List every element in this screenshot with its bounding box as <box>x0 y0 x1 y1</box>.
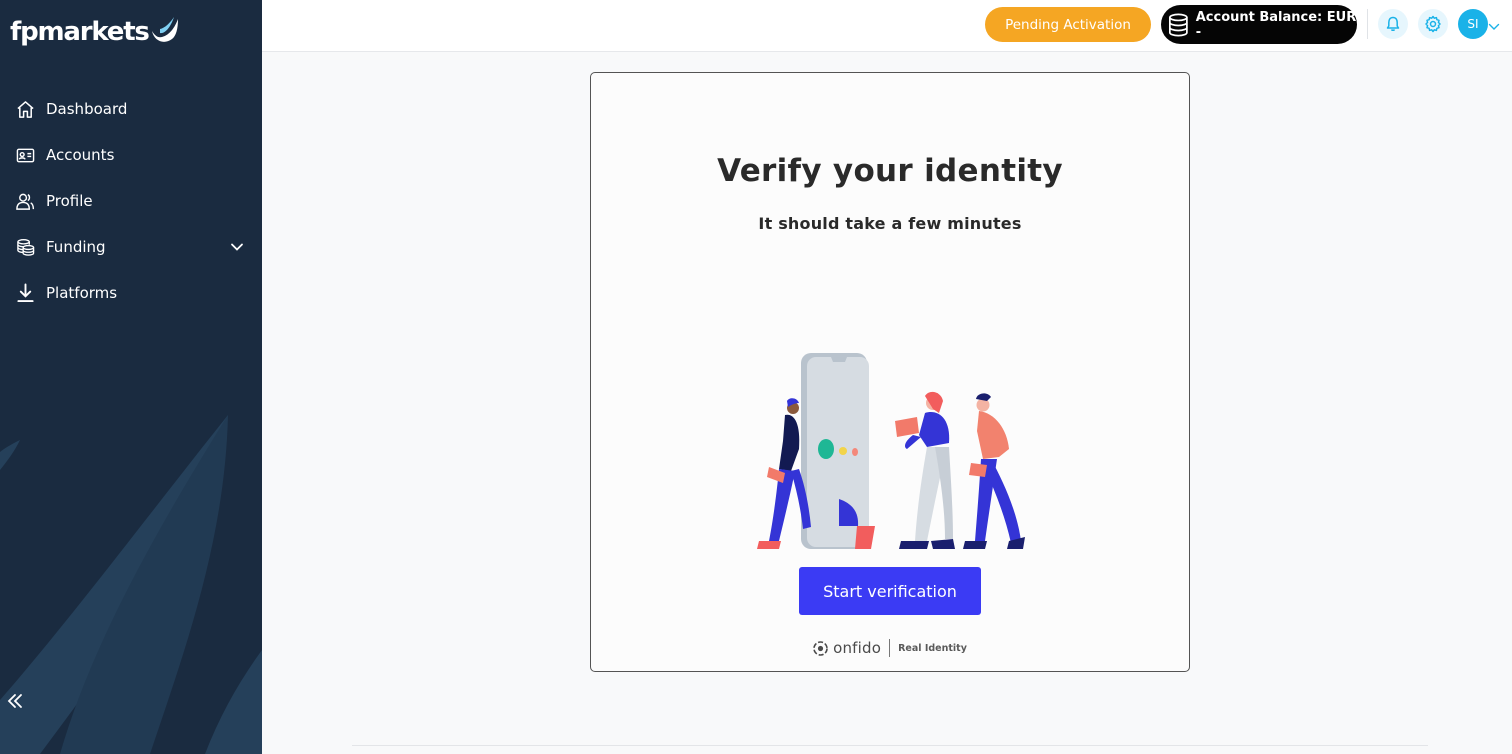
sidebar-item-dashboard[interactable]: Dashboard <box>0 86 262 132</box>
sidebar-item-label: Profile <box>46 192 93 210</box>
page-subtitle: It should take a few minutes <box>758 214 1022 233</box>
sidebar-item-profile[interactable]: Profile <box>0 178 262 224</box>
footer-divider <box>352 745 1428 746</box>
user-avatar[interactable]: SI <box>1458 9 1488 39</box>
identity-verification-card: Verify your identity It should take a fe… <box>590 72 1190 672</box>
database-coins-icon <box>1168 13 1188 36</box>
id-card-icon <box>15 145 35 165</box>
settings-button[interactable] <box>1418 9 1448 39</box>
notifications-button[interactable] <box>1378 9 1408 39</box>
sidebar-item-label: Accounts <box>46 146 115 164</box>
users-icon <box>15 191 35 211</box>
provider-name: onfido <box>833 639 882 657</box>
home-icon <box>15 99 35 119</box>
sidebar-nav: Dashboard Accounts Profile Funding Platf… <box>0 86 262 316</box>
sidebar-item-funding[interactable]: Funding <box>0 224 262 270</box>
download-icon <box>15 283 35 303</box>
sidebar-item-label: Platforms <box>46 284 118 302</box>
logo-text: fpmarkets <box>10 17 150 47</box>
verification-illustration <box>757 353 1025 549</box>
chevron-down-icon[interactable] <box>230 239 244 258</box>
branding-divider <box>889 639 891 657</box>
double-chevron-left-icon <box>7 693 23 713</box>
provider-tagline: Real Identity <box>898 642 967 654</box>
onfido-branding: onfido Real Identity <box>591 639 1189 657</box>
account-balance-button[interactable]: Account Balance: EUR - <box>1161 5 1357 44</box>
gear-icon <box>1425 15 1441 33</box>
chevron-down-icon[interactable] <box>1488 18 1500 37</box>
sidebar-item-platforms[interactable]: Platforms <box>0 270 262 316</box>
sidebar: fpmarkets Dashboard Accounts Profile Fun… <box>0 0 262 754</box>
top-bar: Pending Activation Account Balance: EUR … <box>262 0 1512 52</box>
topbar-divider <box>1367 9 1368 39</box>
page-title: Verify your identity <box>717 153 1063 189</box>
sidebar-item-label: Funding <box>46 238 106 256</box>
fpmarkets-logo[interactable]: fpmarkets <box>10 14 180 50</box>
pending-activation-badge[interactable]: Pending Activation <box>985 7 1151 42</box>
sidebar-item-label: Dashboard <box>46 100 128 118</box>
start-verification-button[interactable]: Start verification <box>799 567 981 615</box>
logo-swoosh-icon <box>151 17 178 42</box>
sidebar-collapse-button[interactable] <box>2 690 28 716</box>
bell-icon <box>1386 16 1400 31</box>
account-balance-label: Account Balance: EUR - <box>1195 9 1357 40</box>
onfido-logo-icon <box>813 640 828 656</box>
sidebar-item-accounts[interactable]: Accounts <box>0 132 262 178</box>
coins-icon <box>15 237 35 257</box>
